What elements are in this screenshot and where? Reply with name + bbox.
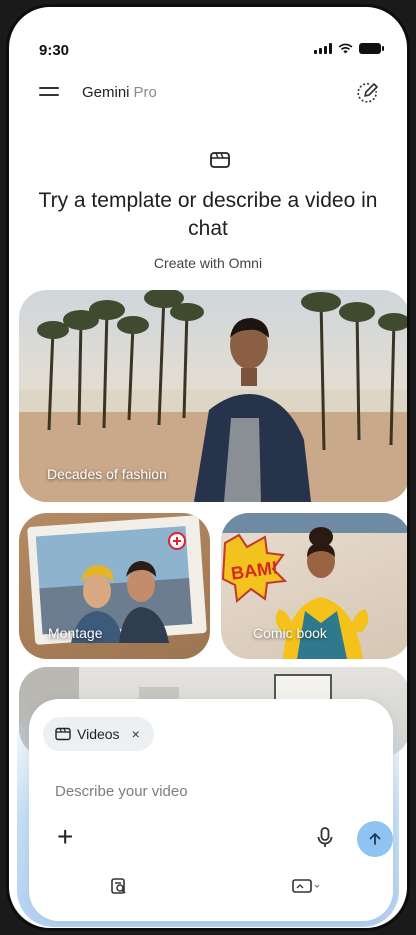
- prompt-input[interactable]: [55, 783, 355, 800]
- hero-subtitle: Create with Omni: [153, 255, 263, 271]
- send-button[interactable]: [357, 821, 393, 857]
- image-search-icon: [110, 878, 126, 894]
- template-label: Decades of fashion: [47, 466, 167, 482]
- wifi-icon: [338, 43, 353, 54]
- status-bar: 9:30: [9, 7, 407, 59]
- add-attachment-icon[interactable]: +: [57, 823, 73, 851]
- cellular-signal-icon: [314, 43, 332, 54]
- status-time: 9:30: [39, 42, 70, 59]
- aspect-ratio-icon: [291, 879, 319, 893]
- videos-chip-label: Videos: [77, 726, 120, 742]
- tool-row: [31, 867, 393, 905]
- video-clapper-icon: [55, 727, 71, 741]
- app-header: Gemini Pro: [9, 75, 407, 111]
- template-card-montage[interactable]: Montage: [19, 513, 210, 659]
- new-chat-icon[interactable]: [355, 79, 381, 105]
- template-card-comic-book[interactable]: BAM! Comic book: [221, 513, 407, 659]
- arrow-up-icon: [369, 833, 381, 845]
- microphone-icon[interactable]: [315, 826, 335, 850]
- hero-title: Try a template or describe a video in ch…: [38, 189, 378, 240]
- template-card-decades-of-fashion[interactable]: Decades of fashion: [19, 290, 407, 502]
- image-search-tool-button[interactable]: [31, 867, 206, 905]
- menu-icon[interactable]: [39, 85, 59, 99]
- template-label: Montage: [48, 625, 103, 641]
- videos-mode-chip[interactable]: Videos ×: [43, 717, 154, 751]
- aspect-ratio-tool-button[interactable]: [218, 867, 393, 905]
- video-template-icon: [210, 152, 230, 168]
- app-tier: Pro: [133, 84, 157, 101]
- app-name: Gemini: [82, 84, 130, 101]
- status-icons: [314, 43, 384, 54]
- remove-chip-icon[interactable]: ×: [132, 726, 140, 742]
- template-label: Comic book: [253, 625, 327, 641]
- app-title[interactable]: Gemini Pro: [82, 84, 157, 101]
- battery-icon: [359, 43, 384, 54]
- phone-screen: 9:30 Gemini Pro Try a template or descri…: [6, 4, 410, 931]
